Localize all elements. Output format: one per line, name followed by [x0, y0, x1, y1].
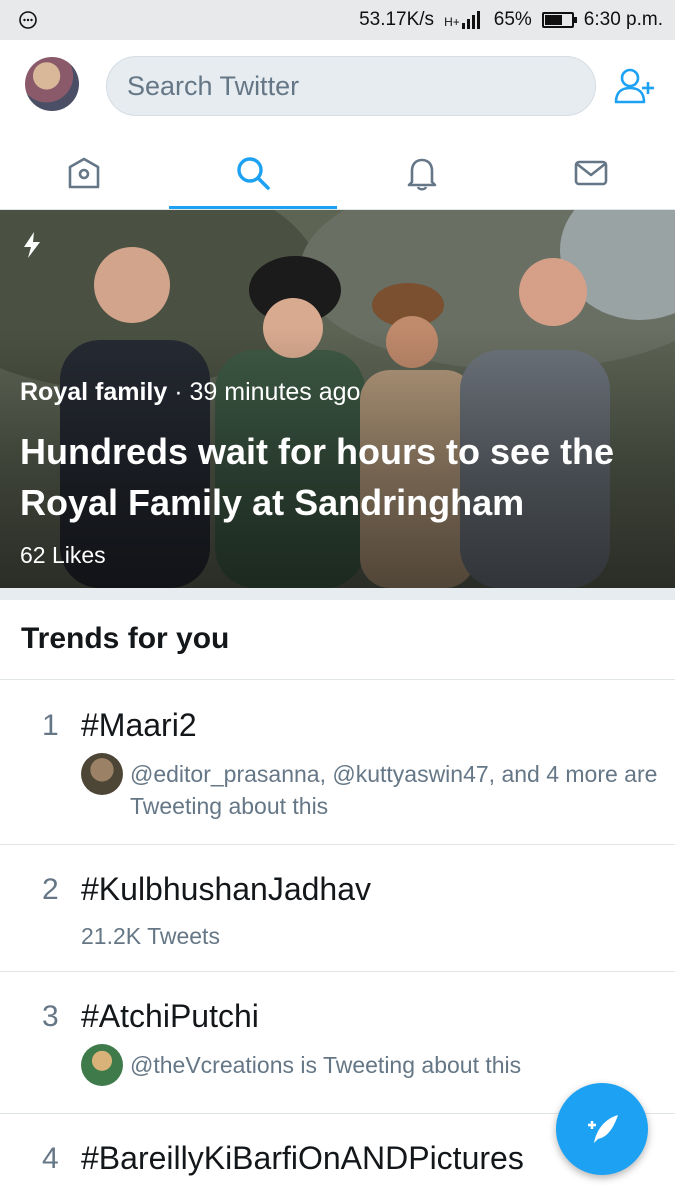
trend-tweet-count: 21.2K Tweets	[81, 923, 220, 949]
trend-name[interactable]: #KulbhushanJadhav	[81, 871, 371, 908]
section-gap	[0, 588, 675, 600]
tab-messages[interactable]	[507, 135, 675, 210]
moment-likes: 62 Likes	[20, 542, 106, 568]
trend-item[interactable]: 2 #KulbhushanJadhav 21.2K Tweets	[0, 845, 675, 972]
trend-context: @theVcreations is Tweeting about this	[130, 1052, 522, 1078]
battery-percent: 65%	[493, 9, 532, 30]
signal-indicator: H+	[444, 11, 484, 29]
trends-heading: Trends for you	[21, 622, 230, 655]
home-icon	[68, 157, 100, 188]
clock: 6:30 p.m.	[583, 9, 663, 30]
moment-title: Hundreds wait for hours to see the Royal…	[20, 431, 615, 523]
battery-fill	[544, 15, 562, 25]
moment-card[interactable]: Royal family · 39 minutes ago Hundreds w…	[0, 210, 675, 588]
tab-home[interactable]	[0, 135, 168, 210]
trend-rank: 4	[42, 1142, 59, 1175]
moment-category: Royal family	[20, 378, 168, 406]
tab-notifications[interactable]	[338, 135, 506, 210]
battery-icon	[541, 12, 577, 28]
tweeter-avatar	[81, 753, 123, 795]
bell-icon	[407, 158, 437, 190]
tab-search[interactable]	[169, 135, 337, 210]
moment-time: 39 minutes ago	[189, 378, 361, 406]
trend-rank: 2	[42, 873, 59, 906]
compose-tweet-button[interactable]	[556, 1083, 648, 1175]
trends-header: Trends for you	[0, 600, 675, 680]
profile-avatar[interactable]	[25, 57, 79, 111]
search-icon	[237, 156, 270, 190]
add-user-icon[interactable]	[612, 64, 656, 108]
tweeter-avatar	[81, 1044, 123, 1086]
status-bar: 53.17K/s H+ 65% 6:30 p.m.	[0, 0, 675, 40]
network-speed: 53.17K/s	[359, 9, 435, 30]
notification-dots-icon	[18, 10, 38, 36]
moment-meta: Royal family · 39 minutes ago	[20, 378, 360, 407]
lightning-icon	[22, 232, 42, 258]
moment-separator: ·	[167, 378, 190, 406]
trend-rank: 3	[42, 1000, 59, 1033]
nav-tabs	[0, 135, 675, 210]
compose-tweet-icon	[588, 1115, 618, 1143]
trend-name[interactable]: #Maari2	[81, 707, 197, 744]
trend-context: @editor_prasanna, @kuttyaswin47, and 4 m…	[130, 761, 658, 819]
trend-name[interactable]: #BareillyKiBarfiOnANDPictures	[81, 1140, 524, 1177]
trend-name[interactable]: #AtchiPutchi	[81, 998, 259, 1035]
trend-item[interactable]: 1 #Maari2 @editor_prasanna, @kuttyaswin4…	[0, 681, 675, 845]
signal-bars-icon	[461, 11, 480, 29]
trend-rank: 1	[42, 709, 59, 742]
search-input[interactable]	[106, 56, 596, 116]
top-bar	[0, 40, 675, 135]
mail-icon	[574, 160, 608, 185]
